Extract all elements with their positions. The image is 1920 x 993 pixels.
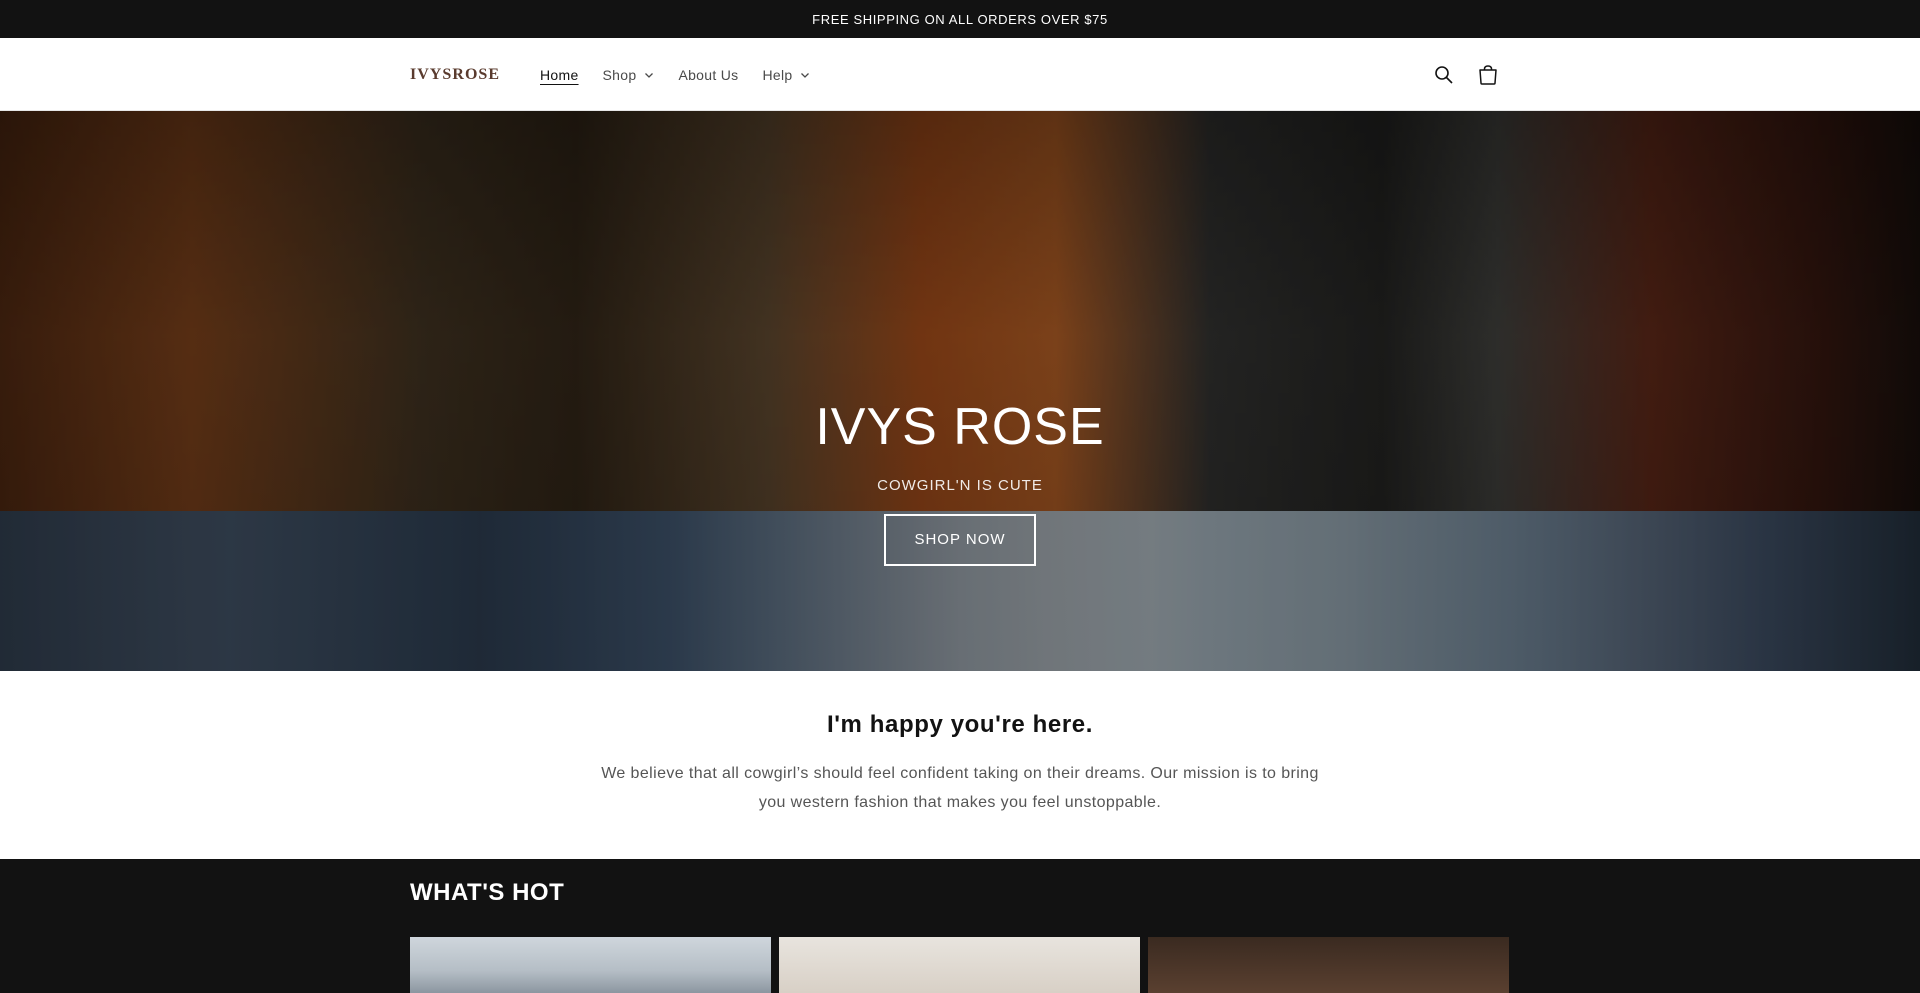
logo-text-left: IVYS xyxy=(410,65,453,83)
hero-banner: IVYS ROSE COWGIRL'N IS CUTE SHOP NOW xyxy=(0,111,1920,671)
main-nav: Home Shop About Us Help xyxy=(540,67,834,83)
nav-item-label: About Us xyxy=(678,66,739,83)
hero-subtitle: COWGIRL'N IS CUTE xyxy=(877,477,1043,494)
chevron-down-icon xyxy=(645,72,654,78)
shop-now-button[interactable]: SHOP NOW xyxy=(884,514,1036,566)
hero-content: IVYS ROSE COWGIRL'N IS CUTE SHOP NOW xyxy=(0,401,1920,566)
nav-item-about-us[interactable]: About Us xyxy=(678,67,738,83)
cart-button[interactable] xyxy=(1466,53,1510,97)
nav-item-label: Home xyxy=(540,66,579,83)
nav-item-help[interactable]: Help xyxy=(762,67,810,83)
product-card[interactable] xyxy=(1148,937,1509,993)
search-icon xyxy=(1435,65,1453,84)
intro-text: We believe that all cowgirl’s should fee… xyxy=(601,765,1319,811)
header-inner: IVYS ROSE Home Shop About Us Help xyxy=(410,38,1510,111)
search-button[interactable] xyxy=(1422,53,1466,97)
nav-item-shop[interactable]: Shop xyxy=(603,67,655,83)
nav-item-label: Help xyxy=(762,66,793,83)
announcement-bar: FREE SHIPPING ON ALL ORDERS OVER $75 xyxy=(0,0,1920,38)
cart-icon xyxy=(1479,64,1497,85)
nav-item-label: Shop xyxy=(602,66,637,83)
whats-hot-section: WHAT'S HOT xyxy=(0,859,1920,993)
nav-item-home[interactable]: Home xyxy=(540,67,579,83)
whats-hot-title: WHAT'S HOT xyxy=(410,879,565,906)
logo-text-right: ROSE xyxy=(452,65,500,83)
header-icons xyxy=(1422,38,1510,111)
intro-title: I'm happy you're here. xyxy=(826,711,1094,738)
announcement-text: FREE SHIPPING ON ALL ORDERS OVER $75 xyxy=(812,11,1108,27)
hero-title: IVYS ROSE xyxy=(815,398,1105,456)
logo[interactable]: IVYS ROSE xyxy=(410,55,500,95)
chevron-down-icon xyxy=(801,72,810,78)
hero-overlay xyxy=(0,111,1920,671)
intro-section: I'm happy you're here. We believe that a… xyxy=(0,671,1920,859)
site-header: IVYS ROSE Home Shop About Us Help xyxy=(0,38,1920,111)
product-card[interactable] xyxy=(410,937,771,993)
product-card[interactable] xyxy=(779,937,1140,993)
